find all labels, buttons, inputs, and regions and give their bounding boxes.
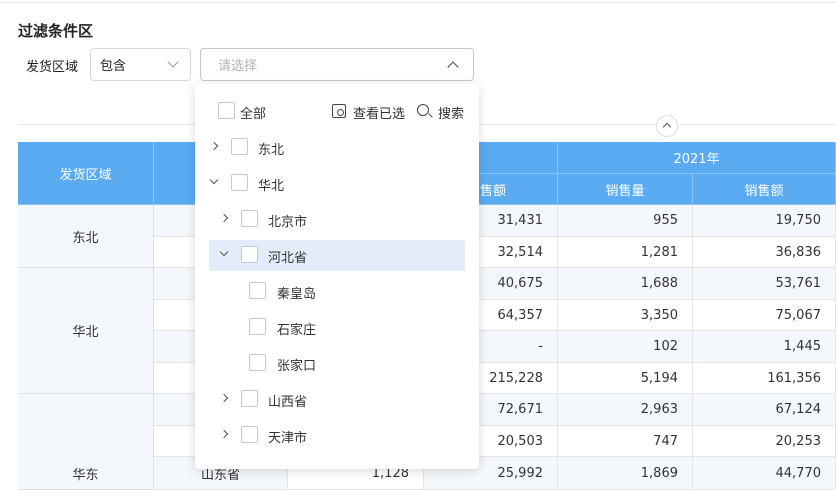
amount-cell: 36,836 — [693, 237, 836, 268]
tree-checkbox[interactable] — [241, 390, 258, 407]
chevron-down-icon — [167, 56, 179, 68]
tree-node-label[interactable]: 石家庄 — [277, 319, 316, 338]
collapse-chevron-down-icon[interactable] — [209, 175, 219, 185]
expand-chevron-right-icon[interactable] — [219, 393, 229, 403]
qty-cell: 747 — [558, 426, 693, 457]
qty-cell: 102 — [558, 331, 693, 363]
tree-node-label[interactable]: 北京市 — [268, 211, 307, 230]
header-year-2021[interactable]: 2021年 — [558, 142, 836, 174]
region-select-placeholder: 请选择 — [218, 59, 258, 74]
expand-chevron-right-icon[interactable] — [219, 429, 229, 439]
amount-cell: 19,750 — [693, 205, 836, 237]
region-cell: 东北 — [18, 205, 154, 268]
header-sales-volume[interactable]: 销售量 — [558, 174, 693, 205]
view-selected-icon[interactable] — [332, 104, 346, 118]
amount-cell: 53,761 — [693, 268, 836, 300]
qty-cell: 1,688 — [558, 268, 693, 300]
amount-cell: 20,253 — [693, 426, 836, 457]
qty-cell: 5,194 — [558, 363, 693, 394]
tree-checkbox[interactable] — [241, 246, 258, 263]
tree-checkbox[interactable] — [231, 174, 248, 191]
tree-node-label[interactable]: 东北 — [258, 139, 284, 158]
tree-node-label[interactable]: 天津市 — [268, 427, 307, 446]
filter-field-label: 发货区域 — [26, 60, 79, 75]
amount-cell: 75,067 — [693, 300, 836, 331]
tree-node-label[interactable]: 华北 — [258, 175, 284, 194]
section-title: 过滤条件区 — [18, 22, 94, 40]
region-value-select[interactable]: 请选择 — [200, 48, 474, 81]
header-region[interactable]: 发货区域 — [18, 142, 154, 205]
qty-cell: 3,350 — [558, 300, 693, 331]
chevron-up-icon — [447, 61, 459, 73]
qty-cell: 2,963 — [558, 394, 693, 426]
top-divider — [0, 2, 836, 3]
amount-cell: 44,770 — [693, 457, 836, 490]
amount-cell: 67,124 — [693, 394, 836, 426]
region-tree-dropdown: 全部 查看已选 搜索 东北 华北 北京市 河北省 秦皇岛 石家庄 张家口 山西省… — [195, 84, 479, 469]
tree-checkbox[interactable] — [249, 318, 266, 335]
tree-node-label[interactable]: 张家口 — [277, 355, 316, 374]
amount-cell: 161,356 — [693, 363, 836, 394]
collapse-filter-button[interactable] — [656, 115, 678, 137]
select-all-label[interactable]: 全部 — [240, 103, 266, 122]
search-button[interactable]: 搜索 — [438, 103, 464, 122]
qty-cell: 955 — [558, 205, 693, 237]
header-sales-amount[interactable]: 销售额 — [693, 174, 836, 205]
operator-value: 包含 — [100, 59, 127, 74]
qty-cell: 1,281 — [558, 237, 693, 268]
tree-checkbox[interactable] — [249, 282, 266, 299]
search-icon[interactable] — [417, 104, 429, 116]
region-cell: 华北 — [18, 268, 154, 394]
tree-checkbox[interactable] — [231, 138, 248, 155]
operator-select[interactable]: 包含 — [90, 48, 191, 81]
qty-cell: 1,869 — [558, 457, 693, 490]
expand-chevron-right-icon[interactable] — [219, 213, 229, 223]
view-selected-button[interactable]: 查看已选 — [353, 103, 405, 122]
tree-node-label[interactable]: 秦皇岛 — [277, 283, 316, 302]
tree-checkbox[interactable] — [241, 210, 258, 227]
tree-checkbox[interactable] — [249, 354, 266, 371]
expand-chevron-right-icon[interactable] — [209, 141, 219, 151]
region-cell: 华东 — [18, 394, 154, 490]
select-all-checkbox[interactable] — [218, 102, 235, 119]
tree-node-label[interactable]: 河北省 — [268, 247, 307, 266]
tree-node-label[interactable]: 山西省 — [268, 391, 307, 410]
tree-checkbox[interactable] — [241, 426, 258, 443]
amount-cell: 1,445 — [693, 331, 836, 363]
